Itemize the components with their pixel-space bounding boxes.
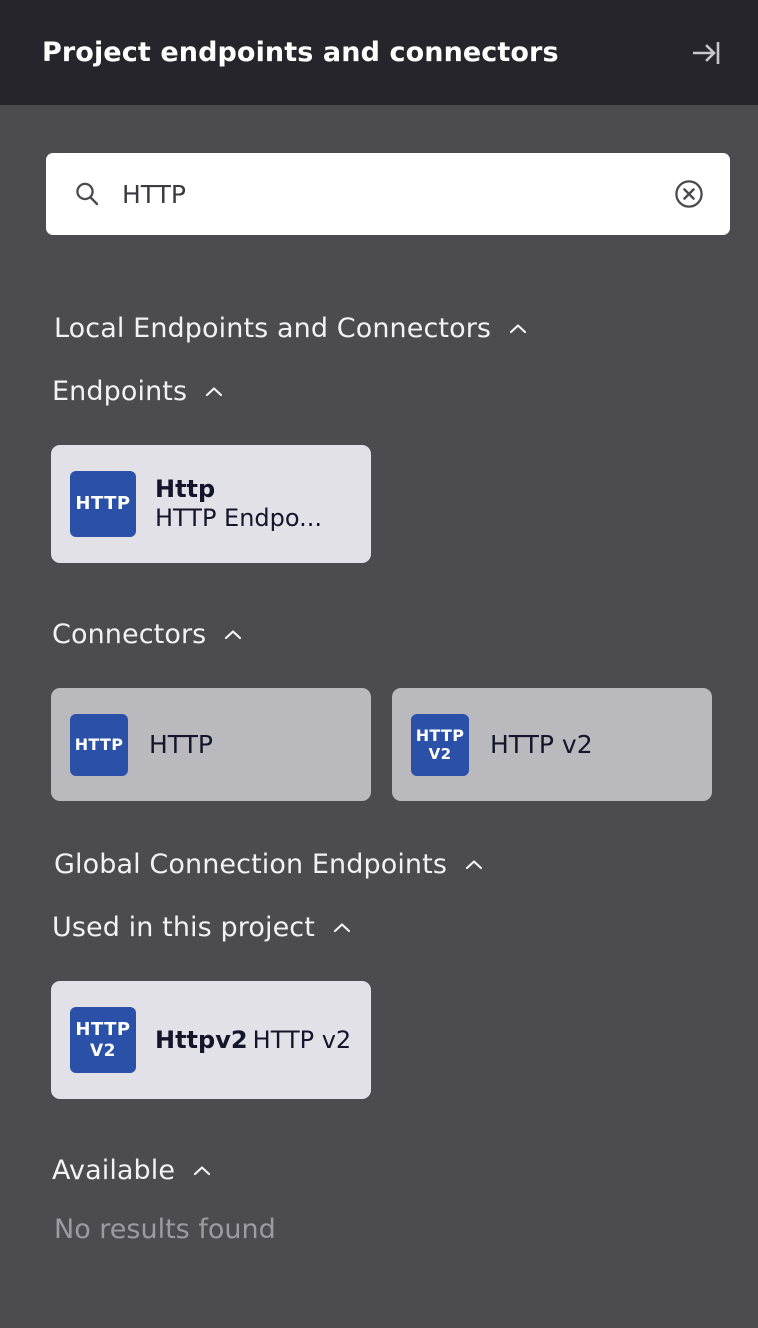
- list-item[interactable]: HTTP V2 Httpv2 HTTP v2: [51, 981, 371, 1099]
- list-item-title: Httpv2: [155, 1025, 248, 1054]
- section-global-connection-endpoints[interactable]: Global Connection Endpoints: [54, 849, 758, 880]
- search-input[interactable]: [122, 179, 670, 209]
- glyph-line-2: V2: [428, 744, 452, 763]
- global-used-card-row: HTTP V2 Httpv2 HTTP v2: [51, 981, 758, 1099]
- search-icon: [70, 177, 104, 211]
- section-label: Endpoints: [52, 376, 188, 407]
- chevron-up-icon[interactable]: [191, 1160, 213, 1182]
- chevron-up-icon[interactable]: [507, 318, 529, 340]
- collapse-right-icon[interactable]: [682, 29, 730, 77]
- list-item[interactable]: HTTP Http HTTP Endpo...: [51, 445, 371, 563]
- section-label: Global Connection Endpoints: [54, 849, 448, 880]
- http-v2-connector-icon: HTTP V2: [411, 713, 469, 776]
- list-item[interactable]: HTTP HTTP: [51, 688, 371, 801]
- page-title: Project endpoints and connectors: [42, 37, 559, 68]
- glyph-line-1: HTTP: [75, 1018, 131, 1040]
- section-label: Available: [52, 1155, 176, 1186]
- section-available[interactable]: Available: [52, 1155, 758, 1186]
- http-connector-icon: HTTP: [70, 713, 128, 776]
- clear-circle-x-icon[interactable]: [670, 175, 708, 213]
- glyph-line-1: HTTP: [74, 734, 124, 754]
- connectors-card-row: HTTP HTTP HTTP V2 HTTP v2: [51, 688, 758, 801]
- section-endpoints[interactable]: Endpoints: [52, 376, 758, 407]
- panel-body: Local Endpoints and Connectors Endpoints…: [0, 105, 758, 1328]
- chevron-up-icon[interactable]: [331, 917, 353, 939]
- search-bar[interactable]: [46, 153, 730, 235]
- section-label: Connectors: [52, 619, 207, 650]
- panel-header: Project endpoints and connectors: [0, 0, 758, 105]
- section-label: Local Endpoints and Connectors: [54, 313, 492, 344]
- section-label: Used in this project: [52, 912, 315, 943]
- section-local-endpoints-and-connectors[interactable]: Local Endpoints and Connectors: [54, 313, 758, 344]
- section-connectors[interactable]: Connectors: [52, 619, 758, 650]
- list-item-text: Httpv2 HTTP v2: [155, 1026, 351, 1055]
- no-results-message: No results found: [54, 1214, 276, 1245]
- chevron-up-icon[interactable]: [203, 381, 225, 403]
- endpoints-connectors-panel: Project endpoints and connectors HTTP Lo…: [0, 0, 758, 1328]
- chevron-up-icon[interactable]: [222, 624, 244, 646]
- section-used-in-this-project[interactable]: Used in this project: [52, 912, 758, 943]
- glyph-line-1: HTTP: [75, 493, 131, 514]
- endpoints-card-row: HTTP Http HTTP Endpo...: [51, 445, 758, 563]
- list-item-label: HTTP v2: [490, 730, 593, 759]
- http-v2-endpoint-icon: HTTP V2: [70, 1007, 136, 1073]
- list-item-label: HTTP: [149, 730, 213, 759]
- list-item-subtitle: HTTP v2: [252, 1025, 352, 1054]
- glyph-line-2: V2: [90, 1040, 116, 1061]
- list-item-subtitle: HTTP Endpo...: [155, 503, 323, 532]
- list-item-text: Http HTTP Endpo...: [155, 475, 371, 532]
- glyph-line-1: HTTP: [415, 725, 465, 745]
- http-endpoint-icon: HTTP: [70, 471, 136, 537]
- list-item-title: Http: [155, 475, 216, 504]
- chevron-up-icon[interactable]: [463, 854, 485, 876]
- list-item[interactable]: HTTP V2 HTTP v2: [392, 688, 712, 801]
